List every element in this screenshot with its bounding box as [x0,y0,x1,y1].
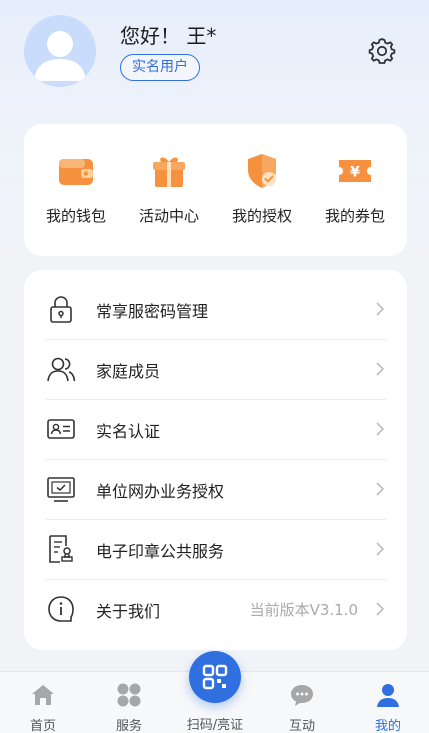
chevron-right-icon [374,421,386,437]
menu-item-label: 家庭成员 [96,362,161,381]
tab-interact[interactable]: 互动 [262,672,342,733]
lock-icon [46,294,76,324]
quick-action-authorization[interactable]: 我的授权 [217,152,307,226]
monitor-check-icon [46,474,76,504]
chevron-right-icon [374,541,386,557]
tab-label: 服务 [115,719,142,733]
menu-item-label: 常享服密码管理 [96,302,209,321]
tab-label: 我的 [374,719,401,733]
greeting-text: 您好！ 王* [120,24,217,48]
scan-button-label: 扫码/亮证 [186,718,244,733]
quick-action-label: 我的券包 [324,207,385,225]
gift-icon [150,152,188,190]
chevron-right-icon [374,301,386,317]
tab-label: 首页 [29,719,56,733]
tab-home[interactable]: 首页 [3,672,83,733]
menu-item-e-seal-service[interactable]: 电子印章公共服务 [46,520,386,580]
wallet-icon [57,152,95,190]
seal-document-icon [46,534,76,564]
settings-gear-icon[interactable] [367,36,397,66]
profile-header: 您好！ 王* 实名用户 [0,0,429,110]
shield-check-icon [243,152,281,190]
settings-menu-card: 常享服密码管理 家庭成员 实名认证 单位网办业务授权 电子印章公共服务 关于我们… [24,270,407,650]
scan-qr-button[interactable] [189,651,241,703]
menu-item-real-name-verification[interactable]: 实名认证 [46,400,386,460]
avatar[interactable] [24,15,96,87]
menu-item-org-authorization[interactable]: 单位网办业务授权 [46,460,386,520]
tab-services[interactable]: 服务 [89,672,169,733]
coupon-icon: ¥ [336,152,374,190]
chat-bubble-icon [289,682,315,708]
app-version-text: 当前版本V3.1.0 [249,601,358,619]
quick-action-label: 我的钱包 [45,207,106,225]
menu-item-family-members[interactable]: 家庭成员 [46,340,386,400]
quick-action-label: 我的授权 [231,207,292,225]
menu-item-about-us[interactable]: 关于我们 当前版本V3.1.0 [46,580,386,640]
user-icon [375,682,401,708]
family-icon [46,354,76,384]
menu-item-label: 电子印章公共服务 [96,542,225,561]
qr-code-icon [202,664,228,690]
menu-item-label: 实名认证 [96,422,161,441]
chevron-right-icon [374,361,386,377]
home-icon [30,682,56,708]
chevron-right-icon [374,601,386,617]
info-icon [46,594,76,624]
services-grid-icon [116,682,142,708]
verified-user-badge[interactable]: 实名用户 [120,54,200,81]
id-card-icon [46,414,76,444]
menu-item-password-management[interactable]: 常享服密码管理 [46,280,386,340]
menu-item-label: 单位网办业务授权 [96,482,225,501]
quick-action-label: 活动中心 [138,207,199,225]
quick-actions-card: 我的钱包 活动中心 我的授权 ¥ 我的券包 [24,124,407,256]
quick-action-activity[interactable]: 活动中心 [124,152,214,226]
menu-item-label: 关于我们 [96,602,161,621]
tab-mine[interactable]: 我的 [348,672,428,733]
svg-text:¥: ¥ [350,165,360,181]
tab-label: 互动 [288,719,315,733]
quick-action-coupons[interactable]: ¥ 我的券包 [310,152,400,226]
quick-action-wallet[interactable]: 我的钱包 [31,152,121,226]
chevron-right-icon [374,481,386,497]
